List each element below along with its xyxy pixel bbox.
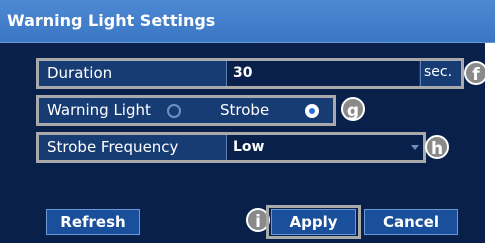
strobe-frequency-value: Low bbox=[233, 139, 265, 155]
callout-badge-h: h bbox=[425, 135, 449, 159]
strobe-frequency-row: Strobe Frequency Low bbox=[39, 135, 423, 160]
callout-badge-g: g bbox=[341, 97, 365, 121]
strobe-frequency-label: Strobe Frequency bbox=[47, 138, 179, 156]
refresh-button[interactable]: Refresh bbox=[46, 209, 140, 235]
warning-light-radio[interactable] bbox=[167, 104, 181, 118]
warning-light-row: Warning Light Strobe bbox=[39, 98, 333, 123]
right-edge bbox=[485, 43, 495, 243]
warning-light-settings-dialog: Warning Light Settings Duration 30 sec. … bbox=[0, 0, 495, 252]
duration-row: Duration 30 sec. bbox=[39, 61, 461, 86]
strobe-frequency-dropdown[interactable]: Low bbox=[227, 135, 423, 160]
duration-label: Duration bbox=[47, 64, 113, 82]
dialog-titlebar: Warning Light Settings bbox=[0, 0, 495, 43]
duration-value: 30 bbox=[233, 65, 253, 81]
chevron-down-icon bbox=[411, 145, 419, 150]
duration-unit-separator bbox=[420, 61, 421, 86]
strobe-radio[interactable] bbox=[305, 104, 319, 118]
duration-input[interactable]: 30 bbox=[227, 61, 419, 86]
warning-light-label: Warning Light bbox=[47, 101, 151, 119]
bottom-edge bbox=[0, 243, 495, 252]
strobe-option-label: Strobe bbox=[220, 101, 270, 119]
duration-unit: sec. bbox=[424, 64, 453, 80]
duration-separator bbox=[226, 61, 227, 86]
apply-button[interactable]: Apply bbox=[271, 209, 356, 235]
cancel-button[interactable]: Cancel bbox=[364, 209, 458, 235]
dialog-title: Warning Light Settings bbox=[7, 11, 216, 30]
